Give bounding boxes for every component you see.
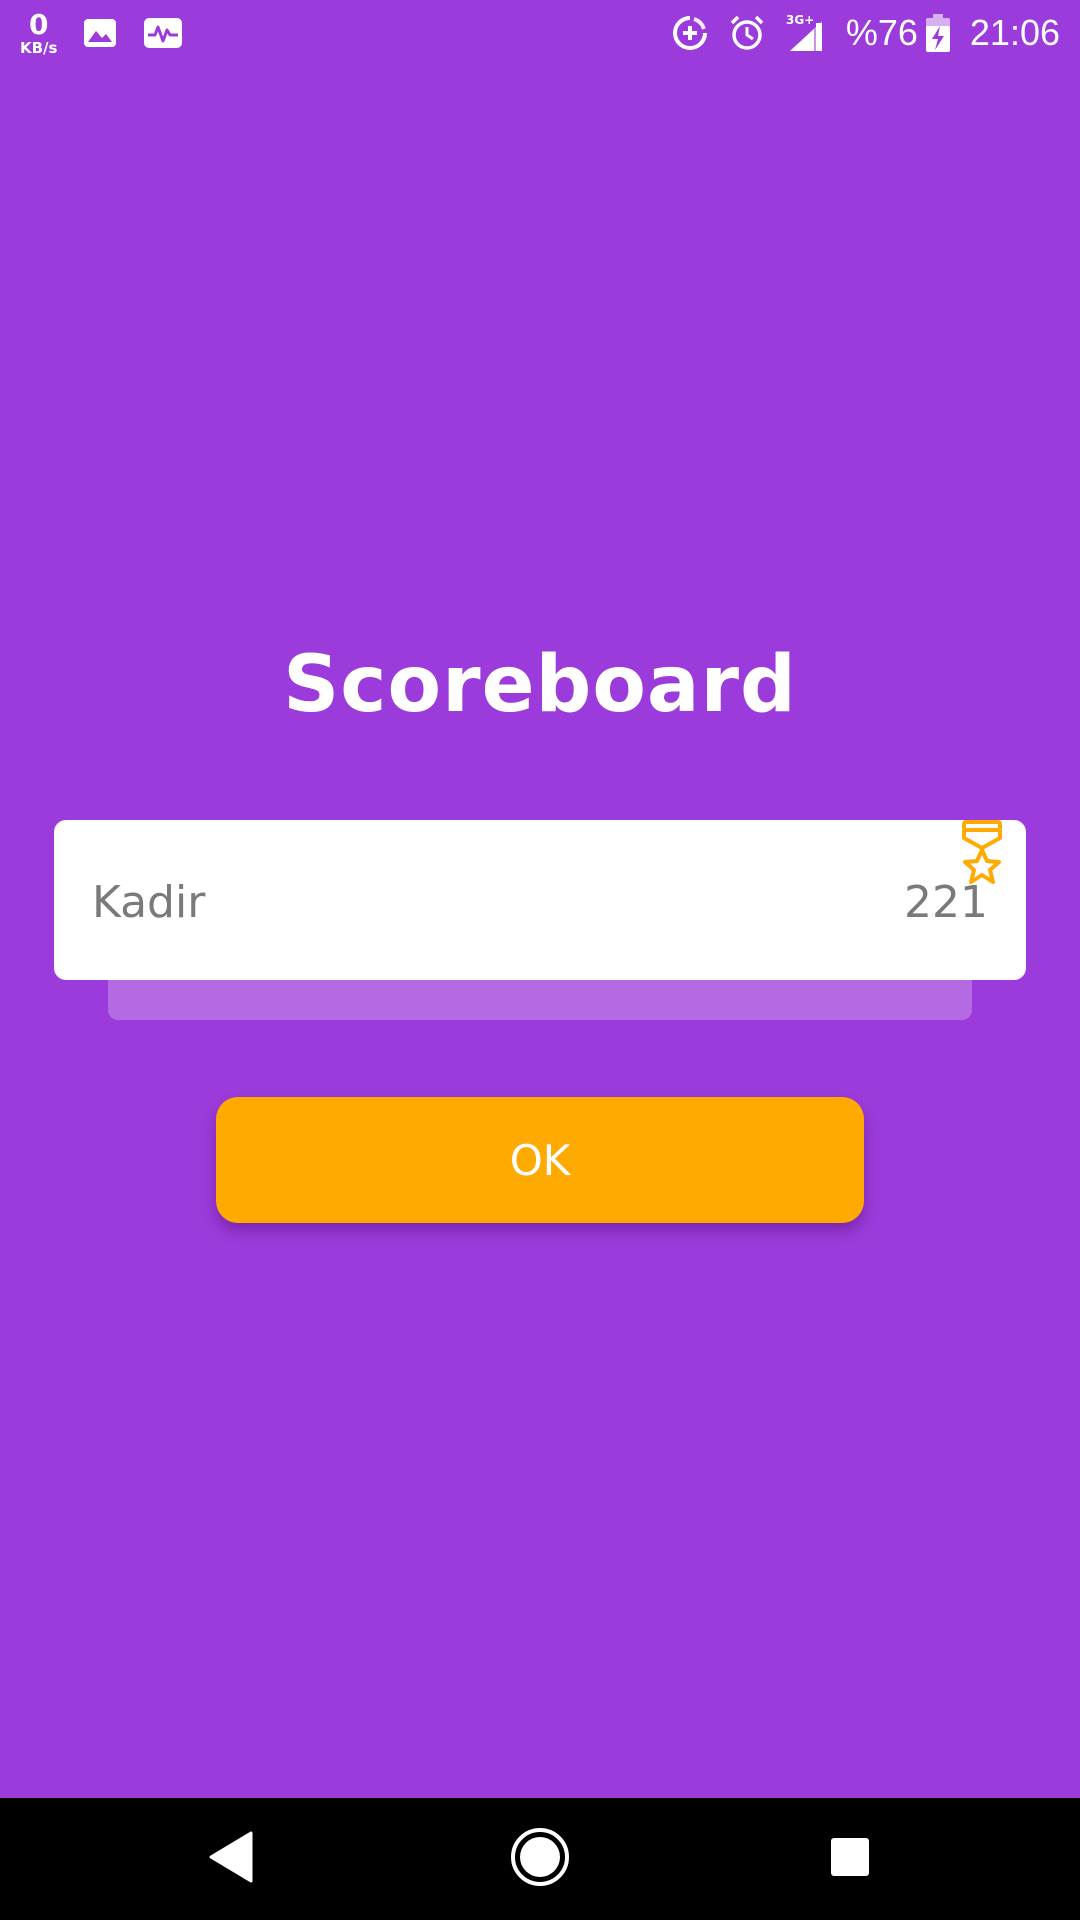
navigation-bar: [0, 1798, 1080, 1920]
recents-button[interactable]: [790, 1798, 910, 1920]
home-icon: [510, 1827, 570, 1891]
ok-button[interactable]: OK: [216, 1097, 864, 1223]
network-speed-unit: KB/s: [20, 38, 58, 57]
back-icon: [207, 1831, 253, 1887]
status-bar-left: 0 KB/s: [20, 0, 209, 66]
status-bar-right: 3G+ %76 21:06: [672, 0, 1060, 66]
home-button[interactable]: [480, 1798, 600, 1920]
alarm-icon: [728, 14, 766, 52]
score-card: Kadir 221: [54, 820, 1026, 980]
svg-text:3G+: 3G+: [786, 13, 814, 27]
player-name: Kadir: [92, 877, 206, 928]
gallery-icon: [83, 18, 117, 48]
activity-icon: [143, 17, 183, 49]
data-saver-icon: [672, 15, 708, 51]
screen: 0 KB/s 3G+ %76 21:06 Scoreboard Kadir 22…: [0, 0, 1080, 1920]
battery-percent: %76: [845, 12, 918, 53]
clock: 21:06: [969, 12, 1060, 53]
network-speed: 0 KB/s: [20, 7, 58, 57]
back-button[interactable]: [170, 1798, 290, 1920]
medal-star-icon: [960, 820, 1004, 886]
network-speed-value: 0: [28, 7, 49, 41]
battery-charging-icon: [925, 14, 950, 52]
signal-icon: 3G+: [786, 13, 826, 53]
recents-icon: [830, 1837, 870, 1881]
page-title: Scoreboard: [283, 640, 797, 730]
status-bar: 0 KB/s 3G+ %76 21:06: [0, 0, 1080, 66]
